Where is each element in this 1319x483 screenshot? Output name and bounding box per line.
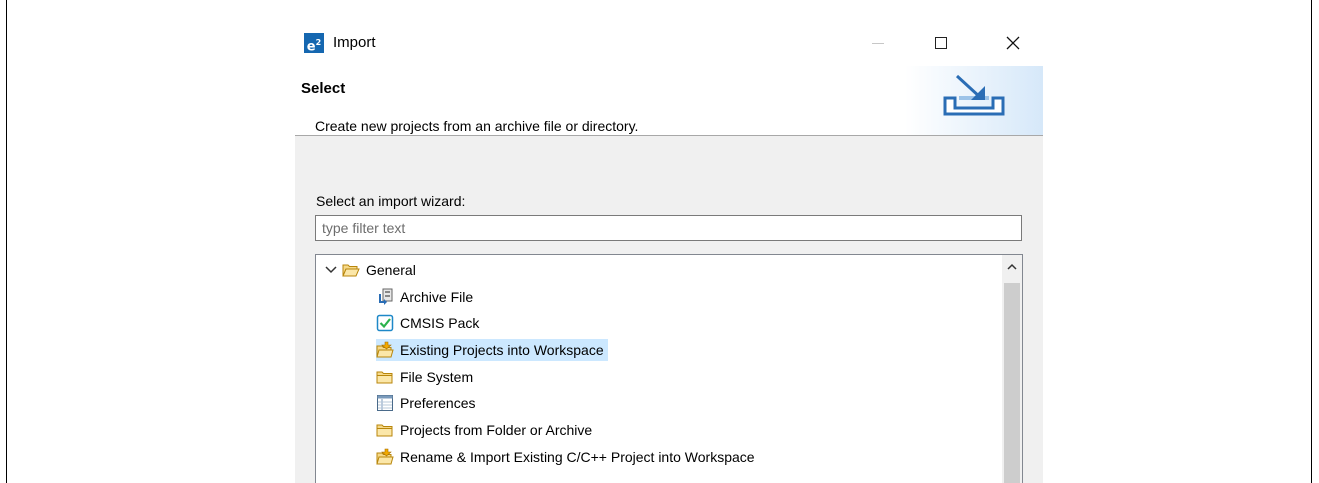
tree-item-archive-file[interactable]: Archive File — [376, 286, 473, 308]
page-description: Create new projects from an archive file… — [315, 118, 639, 134]
folder-open-icon — [342, 261, 360, 279]
maximize-icon — [935, 37, 947, 49]
tree-item-projects-from-folder[interactable]: Projects from Folder or Archive — [376, 419, 592, 441]
minimize-button[interactable] — [855, 28, 901, 58]
tree-item-rename-import[interactable]: Rename & Import Existing C/C++ Project i… — [376, 446, 755, 468]
tree-item-label: Archive File — [400, 289, 474, 305]
tree-item-label: Preferences — [400, 395, 476, 411]
app-logo-icon: e2 — [304, 33, 324, 54]
chevron-down-icon[interactable] — [324, 261, 338, 279]
archive-file-icon — [376, 288, 394, 306]
chevron-up-icon — [1007, 263, 1017, 270]
folder-icon — [376, 421, 394, 439]
filter-input[interactable] — [315, 215, 1022, 241]
wizard-header: Select Create new projects from an archi… — [295, 66, 1043, 136]
title-bar[interactable]: e2 Import — [295, 20, 1043, 66]
close-icon — [1006, 36, 1020, 50]
tree-item-label: Rename & Import Existing C/C++ Project i… — [400, 449, 755, 465]
close-button[interactable] — [990, 28, 1036, 58]
tree-item-existing-projects[interactable]: Existing Projects into Workspace — [376, 339, 608, 361]
frame-left-border — [6, 0, 7, 483]
tree-item-label: General — [366, 262, 416, 278]
wizard-label: Select an import wizard: — [316, 193, 466, 209]
tree-scrollbar[interactable] — [1002, 255, 1022, 483]
import-projects-icon — [376, 341, 394, 359]
import-dialog: e2 Import Select Create new projects fro… — [295, 20, 1043, 483]
tree-group-general[interactable]: General — [324, 259, 416, 281]
tree-item-cmsis-pack[interactable]: CMSIS Pack — [376, 312, 479, 334]
minimize-icon — [872, 42, 884, 44]
frame-right-border — [1311, 0, 1312, 483]
tree-item-preferences[interactable]: Preferences — [376, 392, 475, 414]
folder-icon — [376, 368, 394, 386]
tree-item-label: Existing Projects into Workspace — [400, 342, 604, 358]
tree-item-label: File System — [400, 369, 474, 385]
cmsis-pack-icon — [376, 314, 394, 332]
tree-item-label: CMSIS Pack — [400, 315, 480, 331]
wizard-tree[interactable]: General Archive File CMSIS Pack Existing… — [315, 254, 1023, 483]
window-title: Import — [333, 34, 376, 51]
wizard-body: Select an import wizard: General — [295, 136, 1043, 483]
scroll-up-button[interactable] — [1002, 255, 1022, 279]
preferences-icon — [376, 394, 394, 412]
maximize-button[interactable] — [918, 28, 964, 58]
tree-item-file-system[interactable]: File System — [376, 366, 473, 388]
import-wizard-icon — [943, 74, 1005, 116]
tree-item-label: Projects from Folder or Archive — [400, 422, 593, 438]
scroll-thumb[interactable] — [1004, 283, 1020, 483]
import-projects-icon — [376, 448, 394, 466]
page-title: Select — [301, 80, 346, 97]
